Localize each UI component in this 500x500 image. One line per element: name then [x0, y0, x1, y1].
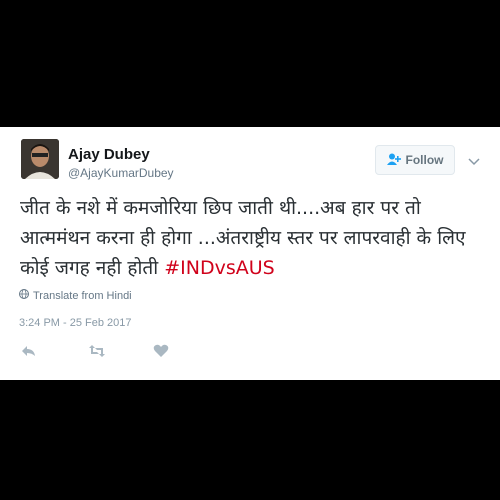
user-handle[interactable]: @AjayKumarDubey	[68, 166, 174, 180]
follow-label: Follow	[405, 153, 444, 167]
chevron-down-icon[interactable]	[468, 153, 480, 171]
avatar[interactable]	[21, 139, 59, 179]
globe-icon	[19, 289, 29, 302]
translate-link[interactable]: Translate from Hindi	[19, 289, 132, 302]
translate-label: Translate from Hindi	[33, 289, 132, 302]
reply-icon[interactable]	[21, 344, 37, 363]
tweet-timestamp[interactable]: 3:24 PM - 25 Feb 2017	[19, 317, 132, 329]
hashtag-link[interactable]: #INDvsAUS	[164, 257, 274, 279]
tweet-actions	[0, 344, 500, 364]
follow-button[interactable]: Follow	[375, 145, 455, 175]
heart-icon[interactable]	[153, 344, 169, 363]
tweet-card: Ajay Dubey @AjayKumarDubey Follow जीत के…	[0, 127, 500, 380]
add-person-icon	[386, 153, 401, 168]
retweet-icon[interactable]	[88, 344, 106, 363]
user-name[interactable]: Ajay Dubey	[68, 146, 150, 163]
tweet-text: जीत के नशे में कमजोरिया छिप जाती थी....अ…	[20, 193, 490, 283]
